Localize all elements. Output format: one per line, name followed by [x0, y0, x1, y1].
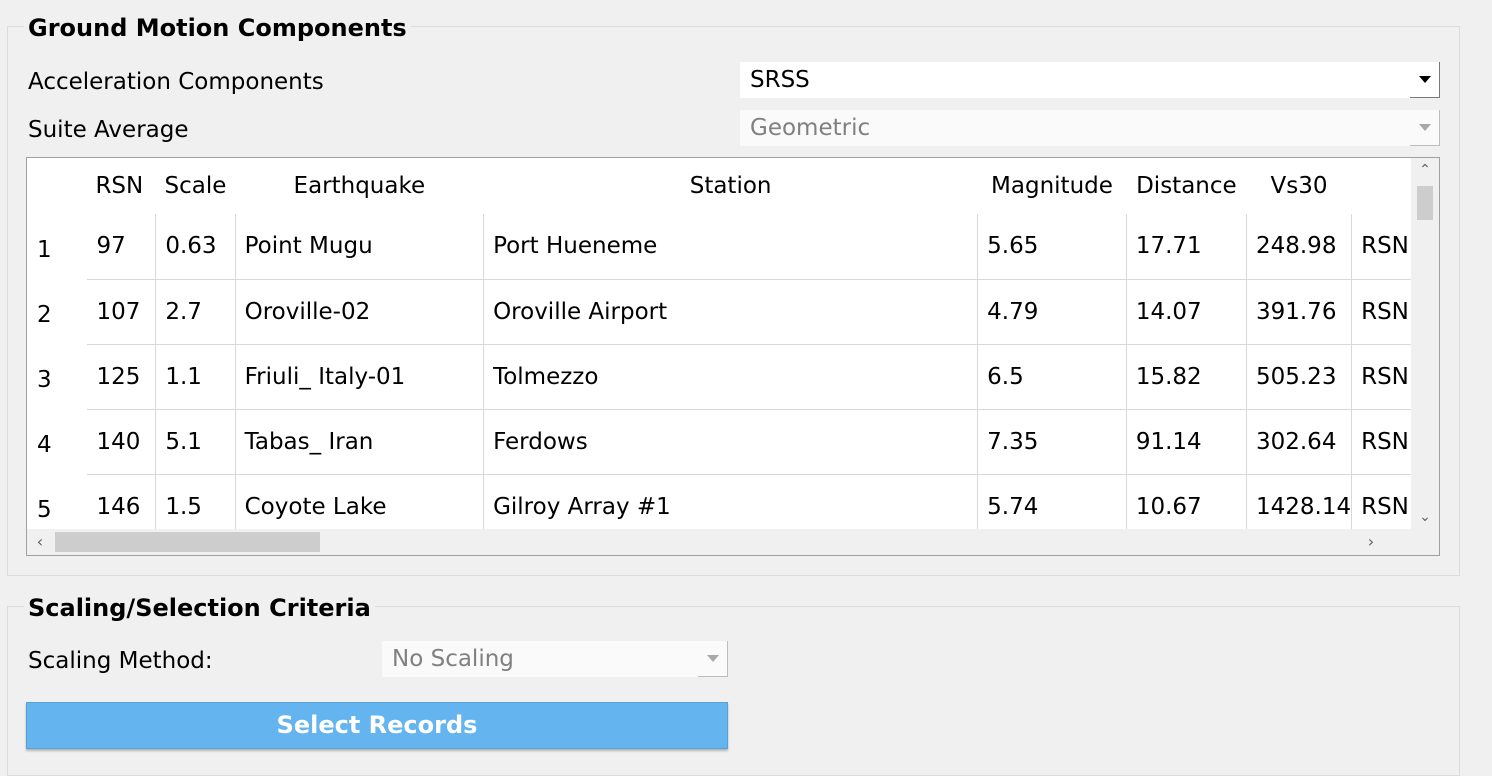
cell-rsn[interactable]: 107: [87, 279, 157, 345]
scaling-method-value: No Scaling: [392, 646, 514, 672]
cell-station[interactable]: Port Hueneme: [483, 214, 979, 280]
cell-earthquake[interactable]: Tabas_ Iran: [235, 409, 485, 475]
cell-station[interactable]: Tolmezzo: [483, 344, 979, 410]
column-header-vs30[interactable]: Vs30: [1246, 158, 1351, 214]
records-table: RSN Scale Earthquake Station Magnitude D…: [27, 158, 1412, 529]
cell-magnitude[interactable]: 5.74: [977, 474, 1127, 529]
scrollbar-corner: [1411, 529, 1439, 555]
table-header-row: RSN Scale Earthquake Station Magnitude D…: [27, 158, 1412, 214]
column-header-scale[interactable]: Scale: [156, 158, 235, 214]
vertical-scroll-thumb[interactable]: [1417, 186, 1433, 220]
cell-earthquake[interactable]: Friuli_ Italy-01: [235, 344, 485, 410]
scaling-title: Scaling/Selection Criteria: [24, 594, 375, 622]
cell-magnitude[interactable]: 7.35: [977, 409, 1127, 475]
vertical-scrollbar[interactable]: ⌃ ⌄: [1411, 158, 1439, 529]
cell-distance[interactable]: 15.82: [1126, 344, 1247, 410]
chevron-down-icon[interactable]: [1410, 62, 1440, 98]
scroll-left-icon[interactable]: ‹: [27, 529, 53, 555]
column-header-magnitude[interactable]: Magnitude: [978, 158, 1127, 214]
cell-vs30[interactable]: 248.98: [1246, 214, 1353, 280]
cell-vs30[interactable]: 505.23: [1246, 344, 1353, 410]
scaling-group: [7, 606, 1460, 776]
cell-magnitude[interactable]: 6.5: [977, 344, 1127, 410]
cell-distance[interactable]: 91.14: [1126, 409, 1247, 475]
cell-rsn[interactable]: 97: [87, 214, 157, 280]
chevron-down-icon: [1410, 110, 1440, 146]
cell-station[interactable]: Gilroy Array #1: [483, 474, 979, 529]
acceleration-components-label: Acceleration Components: [28, 69, 324, 95]
cell-distance[interactable]: 14.07: [1126, 279, 1247, 345]
cell-scale[interactable]: 1.1: [155, 344, 236, 410]
cell-earthquake[interactable]: Oroville-02: [235, 279, 485, 345]
cell-scale[interactable]: 5.1: [155, 409, 236, 475]
cell-extra[interactable]: RSN: [1351, 344, 1412, 410]
column-header-station[interactable]: Station: [484, 158, 978, 214]
cell-vs30[interactable]: 391.76: [1246, 279, 1353, 345]
cell-earthquake[interactable]: Coyote Lake: [235, 474, 485, 529]
scaling-method-dropdown: No Scaling: [382, 641, 728, 677]
table-row[interactable]: 5 146 1.5 Coyote Lake Gilroy Array #1 5.…: [27, 474, 1412, 529]
row-header[interactable]: 2: [27, 279, 87, 344]
records-table-view[interactable]: RSN Scale Earthquake Station Magnitude D…: [27, 158, 1412, 529]
cell-magnitude[interactable]: 4.79: [977, 279, 1127, 345]
ground-motion-title: Ground Motion Components: [24, 14, 411, 42]
row-header[interactable]: 1: [27, 214, 87, 279]
cell-extra[interactable]: RSN: [1351, 279, 1412, 345]
scroll-down-icon[interactable]: ⌄: [1411, 505, 1439, 529]
cell-vs30[interactable]: 1428.14: [1246, 474, 1353, 529]
suite-average-label: Suite Average: [28, 117, 189, 143]
column-header-rsn[interactable]: RSN: [87, 158, 155, 214]
table-row[interactable]: 1 97 0.63 Point Mugu Port Hueneme 5.65 1…: [27, 214, 1412, 280]
chevron-down-icon: [698, 641, 728, 677]
horizontal-scrollbar[interactable]: ‹ ›: [27, 529, 1412, 555]
cell-scale[interactable]: 1.5: [155, 474, 236, 529]
row-header[interactable]: 4: [27, 409, 87, 474]
column-header-distance[interactable]: Distance: [1126, 158, 1246, 214]
select-records-button[interactable]: Select Records: [26, 702, 728, 749]
cell-extra[interactable]: RSN: [1351, 214, 1412, 280]
suite-average-dropdown: Geometric: [740, 110, 1440, 146]
horizontal-scroll-thumb[interactable]: [55, 532, 320, 552]
cell-station[interactable]: Ferdows: [483, 409, 979, 475]
cell-earthquake[interactable]: Point Mugu: [235, 214, 485, 280]
acceleration-components-dropdown[interactable]: SRSS: [740, 62, 1440, 98]
row-header[interactable]: 3: [27, 344, 87, 409]
column-header-earthquake[interactable]: Earthquake: [235, 158, 483, 214]
cell-distance[interactable]: 17.71: [1126, 214, 1247, 280]
cell-vs30[interactable]: 302.64: [1246, 409, 1353, 475]
suite-average-value: Geometric: [750, 115, 871, 141]
table-row[interactable]: 3 125 1.1 Friuli_ Italy-01 Tolmezzo 6.5 …: [27, 344, 1412, 410]
cell-rsn[interactable]: 125: [87, 344, 157, 410]
scroll-right-icon[interactable]: ›: [1358, 529, 1384, 555]
cell-station[interactable]: Oroville Airport: [483, 279, 979, 345]
cell-scale[interactable]: 0.63: [155, 214, 236, 280]
cell-extra[interactable]: RSN: [1351, 409, 1412, 475]
cell-rsn[interactable]: 140: [87, 409, 157, 475]
row-header[interactable]: 5: [27, 474, 87, 529]
cell-magnitude[interactable]: 5.65: [977, 214, 1127, 280]
scroll-up-icon[interactable]: ⌃: [1411, 158, 1439, 182]
acceleration-components-value: SRSS: [750, 67, 810, 93]
cell-scale[interactable]: 2.7: [155, 279, 236, 345]
cell-distance[interactable]: 10.67: [1126, 474, 1247, 529]
table-row[interactable]: 4 140 5.1 Tabas_ Iran Ferdows 7.35 91.14…: [27, 409, 1412, 475]
records-table-frame: RSN Scale Earthquake Station Magnitude D…: [26, 157, 1440, 556]
corner-header: [27, 158, 87, 214]
column-header-extra[interactable]: [1352, 158, 1412, 214]
cell-extra[interactable]: RSN: [1351, 474, 1412, 529]
table-row[interactable]: 2 107 2.7 Oroville-02 Oroville Airport 4…: [27, 279, 1412, 345]
scaling-method-label: Scaling Method:: [28, 648, 213, 674]
cell-rsn[interactable]: 146: [87, 474, 157, 529]
